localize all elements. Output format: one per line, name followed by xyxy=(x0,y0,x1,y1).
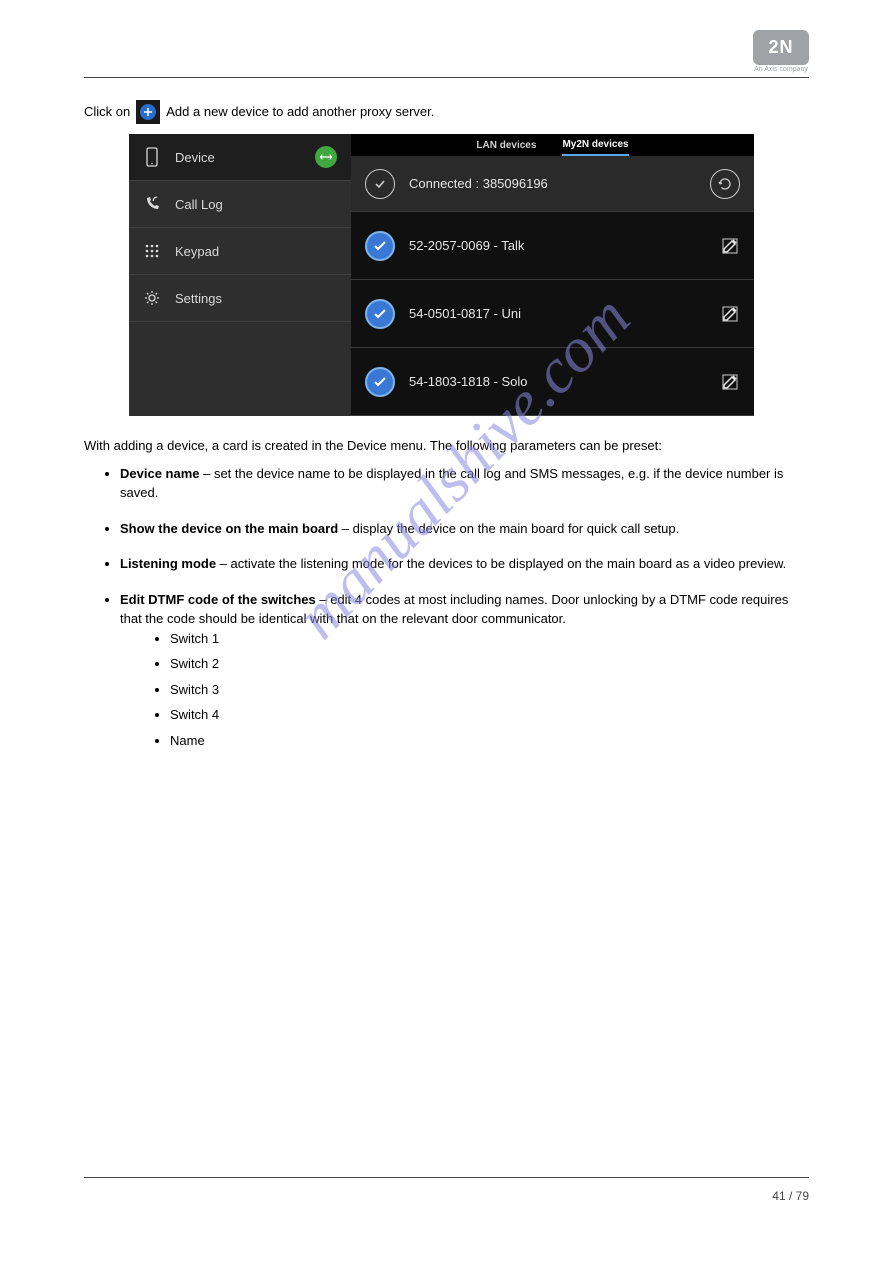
intro-text: Click on Add a new device to add another… xyxy=(84,100,434,124)
lead-paragraph: With adding a device, a card is created … xyxy=(84,436,809,456)
sidebar-item-settings[interactable]: Settings xyxy=(129,275,351,322)
main-panel: LAN devices My2N devices Connected : 385… xyxy=(351,134,754,416)
list-item: Listening mode – activate the listening … xyxy=(120,554,809,574)
device-label: 54-0501-0817 - Uni xyxy=(409,306,521,321)
sidebar: Device Call Log xyxy=(129,134,351,416)
tabs: LAN devices My2N devices xyxy=(351,134,754,156)
app-screenshot: Device Call Log xyxy=(129,134,754,416)
tab-my2n-devices[interactable]: My2N devices xyxy=(562,135,628,156)
call-log-icon xyxy=(143,195,161,213)
keypad-icon xyxy=(143,242,161,260)
body-text: With adding a device, a card is created … xyxy=(84,436,809,750)
sidebar-item-label: Device xyxy=(175,150,215,165)
connection-status-row: Connected : 385096196 xyxy=(351,156,754,212)
checkmark-icon xyxy=(365,367,395,397)
sub-bullet-list: Switch 1 Switch 2 Switch 3 Switch 4 Name xyxy=(158,629,809,751)
list-item: Switch 3 xyxy=(170,680,809,700)
list-item: Edit DTMF code of the switches – edit 4 … xyxy=(120,590,809,751)
header-divider xyxy=(84,77,809,78)
device-label: 54-1803-1818 - Solo xyxy=(409,374,528,389)
bullet-list: Device name – set the device name to be … xyxy=(108,464,809,751)
sidebar-item-label: Settings xyxy=(175,291,222,306)
sidebar-item-keypad[interactable]: Keypad xyxy=(129,228,351,275)
sidebar-item-label: Call Log xyxy=(175,197,223,212)
device-row[interactable]: 54-0501-0817 - Uni xyxy=(351,280,754,348)
sidebar-item-device[interactable]: Device xyxy=(129,134,351,181)
refresh-button[interactable] xyxy=(710,169,740,199)
brand-logo: 2N xyxy=(753,30,809,65)
tab-lan-devices[interactable]: LAN devices xyxy=(476,136,536,155)
brand-subtitle: An Axis company xyxy=(753,66,809,73)
device-row[interactable]: 54-1803-1818 - Solo xyxy=(351,348,754,416)
phone-icon xyxy=(143,148,161,166)
list-item: Name xyxy=(170,731,809,751)
list-item: Device name – set the device name to be … xyxy=(120,464,809,503)
sidebar-item-label: Keypad xyxy=(175,244,219,259)
sidebar-item-call-log[interactable]: Call Log xyxy=(129,181,351,228)
list-item: Show the device on the main board – disp… xyxy=(120,519,809,539)
edit-button[interactable] xyxy=(720,372,740,392)
connection-status-label: Connected : 385096196 xyxy=(409,176,548,191)
edit-button[interactable] xyxy=(720,236,740,256)
check-icon xyxy=(365,169,395,199)
device-row[interactable]: 52-2057-0069 - Talk xyxy=(351,212,754,280)
list-item: Switch 1 xyxy=(170,629,809,649)
sync-badge-icon xyxy=(315,146,337,168)
gear-icon xyxy=(143,289,161,307)
plus-icon xyxy=(136,100,160,124)
checkmark-icon xyxy=(365,299,395,329)
list-item: Switch 4 xyxy=(170,705,809,725)
checkmark-icon xyxy=(365,231,395,261)
list-item: Switch 2 xyxy=(170,654,809,674)
edit-button[interactable] xyxy=(720,304,740,324)
page-number: 41 / 79 xyxy=(772,1189,809,1203)
footer-divider xyxy=(84,1177,809,1178)
device-label: 52-2057-0069 - Talk xyxy=(409,238,524,253)
